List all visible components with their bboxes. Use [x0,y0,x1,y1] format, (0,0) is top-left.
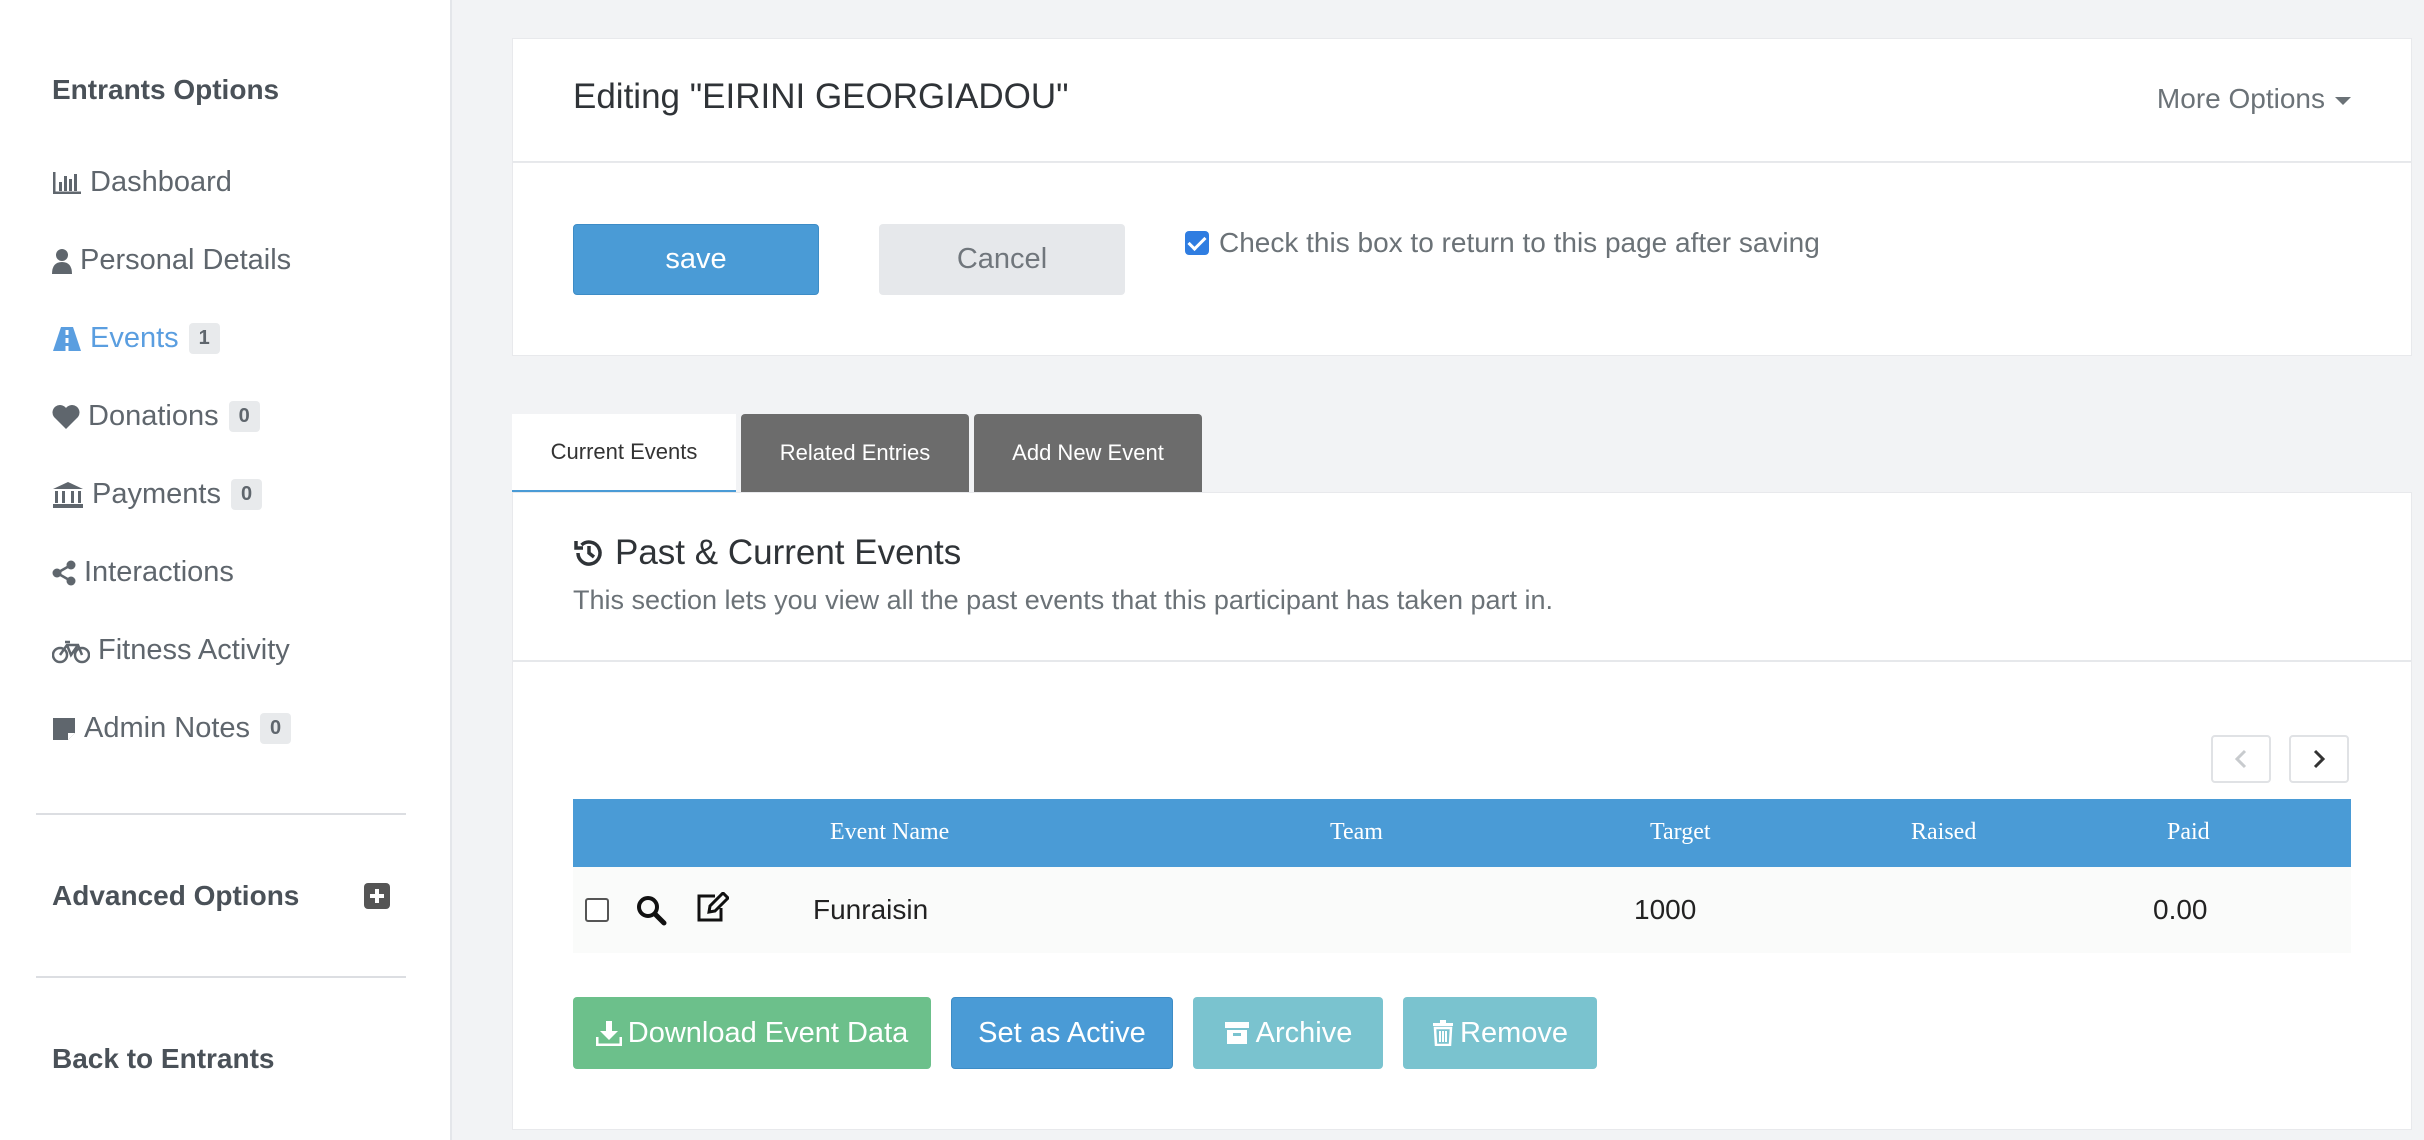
sidebar-item-donations[interactable]: Donations 0 [52,400,260,433]
more-options-label: More Options [2156,83,2325,114]
events-panel: Past & Current Events This section lets … [512,492,2412,1130]
sidebar-item-fitness-activity[interactable]: Fitness Activity [52,634,290,667]
sidebar-item-label: Events [90,322,179,354]
plus-square-icon[interactable] [364,883,390,909]
sidebar-heading: Entrants Options [52,74,280,105]
remove-label: Remove [1460,1016,1568,1049]
search-icon[interactable] [635,894,667,926]
page-header: Editing "EIRINI GEORGIADOU" More Options [512,38,2412,163]
cancel-button[interactable]: Cancel [879,224,1125,295]
sidebar-item-label: Dashboard [90,166,232,198]
table-row: Funraisin 1000 0.00 [573,867,2351,953]
user-icon [52,248,72,274]
cell-paid: 0.00 [2153,894,2208,925]
caret-down-icon [2335,96,2351,105]
section-title: Past & Current Events [573,533,961,573]
archive-label: Archive [1255,1016,1353,1049]
events-count-badge: 1 [188,323,220,354]
archive-icon [1224,1022,1249,1044]
sidebar-item-label: Payments [92,478,221,510]
column-header[interactable]: Raised [1911,819,1976,846]
section-description: This section lets you view all the past … [573,585,1554,615]
table-header: Event Name Team Target Raised Paid [573,799,2351,867]
chevron-right-icon [2313,749,2326,769]
sidebar-item-label: Personal Details [80,244,292,276]
share-icon [52,560,76,585]
heart-icon [52,404,80,429]
chart-icon [53,171,81,194]
sidebar-item-interactions[interactable]: Interactions [52,556,234,589]
note-icon [53,717,75,740]
bicycle-icon [52,640,90,663]
sidebar-divider [36,976,406,978]
return-after-save-option: Check this box to return to this page af… [1185,227,1820,259]
save-button[interactable]: save [573,224,819,295]
row-select-checkbox[interactable] [585,898,609,922]
tab-current-events[interactable]: Current Events [512,414,736,492]
column-header[interactable]: Paid [2167,819,2210,846]
edit-icon[interactable] [695,892,729,924]
sidebar-item-label: Donations [88,400,219,432]
return-after-save-checkbox[interactable] [1185,231,1209,255]
page-title: Editing "EIRINI GEORGIADOU" [573,77,1069,116]
column-header[interactable]: Team [1330,819,1383,846]
bank-icon [53,481,83,508]
set-as-active-button[interactable]: Set as Active [951,997,1173,1069]
cell-target: 1000 [1634,894,1697,925]
donations-count-badge: 0 [228,401,260,432]
download-event-data-button[interactable]: Download Event Data [573,997,931,1069]
back-to-entrants-link[interactable]: Back to Entrants [52,1043,275,1075]
form-actions: save Cancel Check this box to return to … [512,162,2412,356]
sidebar-item-payments[interactable]: Payments 0 [52,478,263,511]
sidebar: Entrants Options Dashboard Personal Deta… [0,0,452,1140]
sidebar-item-personal-details[interactable]: Personal Details [52,244,291,277]
trash-icon [1433,1020,1453,1046]
tab-related-entries[interactable]: Related Entries [741,414,969,492]
sidebar-item-admin-notes[interactable]: Admin Notes 0 [52,712,292,745]
prev-page-button[interactable] [2211,735,2271,783]
archive-button[interactable]: Archive [1193,997,1383,1069]
remove-button[interactable]: Remove [1403,997,1597,1069]
sidebar-item-dashboard[interactable]: Dashboard [52,166,232,199]
advanced-options-toggle[interactable]: Advanced Options [52,880,299,912]
payments-count-badge: 0 [230,479,263,510]
road-icon [53,326,81,351]
sidebar-item-label: Fitness Activity [98,634,290,666]
tab-add-new-event[interactable]: Add New Event [974,414,1202,492]
sidebar-divider [36,813,406,815]
admin-notes-count-badge: 0 [260,713,292,744]
section-title-text: Past & Current Events [615,533,962,572]
more-options-dropdown[interactable]: More Options [2157,83,2351,115]
column-header[interactable]: Target [1650,819,1711,846]
sidebar-item-events[interactable]: Events 1 [52,322,220,355]
chevron-left-icon [2234,749,2247,769]
download-label: Download Event Data [627,1016,909,1049]
column-header[interactable]: Event Name [830,819,949,846]
download-icon [595,1021,622,1046]
sidebar-item-label: Interactions [84,556,234,588]
section-divider [513,660,2411,662]
sidebar-item-label: Admin Notes [84,712,251,744]
return-after-save-label: Check this box to return to this page af… [1219,227,1820,258]
history-icon [574,540,602,566]
cell-event-name: Funraisin [813,894,929,925]
next-page-button[interactable] [2289,735,2349,783]
